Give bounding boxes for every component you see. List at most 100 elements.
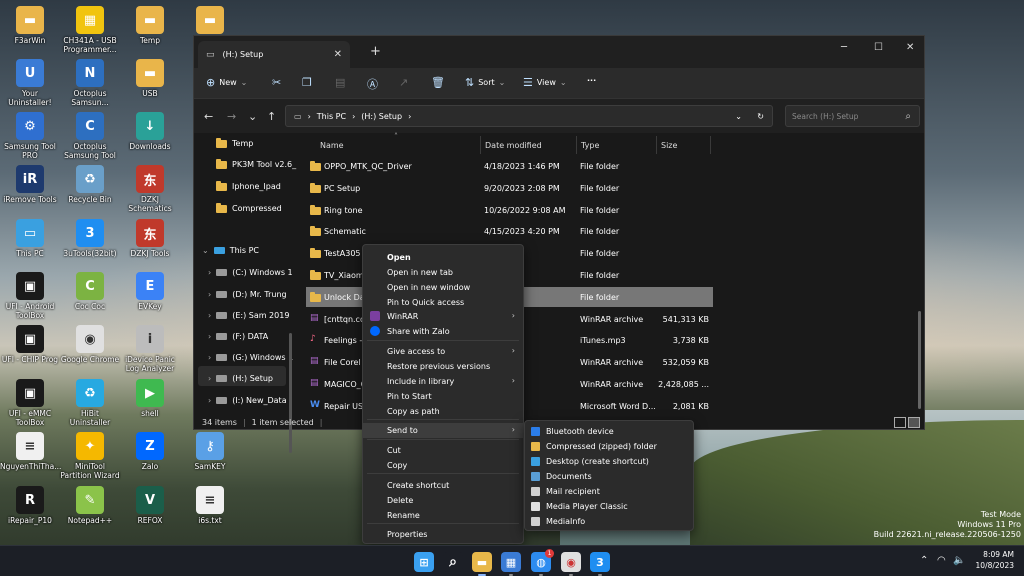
menu-item-give-access-to[interactable]: Give access to › [363,344,523,359]
desktop-icon-ufi-chip-prog[interactable]: ▣ UFI - CHIP Prog [0,325,60,364]
desktop-icon-ufi-emmc-toolbox[interactable]: ▣ UFI - eMMC ToolBox [0,379,60,427]
close-window-button[interactable]: ✕ [906,42,914,53]
start-button[interactable]: ⊞ [414,552,434,572]
nav-item-compressed[interactable]: Compressed [216,202,282,213]
breadcrumb-h-setup[interactable]: (H:) Setup [361,112,402,121]
back-arrow-icon[interactable]: ← [204,110,213,123]
nav-item-e-sam-2019[interactable]: › (E:) Sam 2019 [208,311,289,320]
nav-item-g-windows-1[interactable]: › (G:) Windows 1 [208,353,293,362]
send-to-bluetooth-device[interactable]: Bluetooth device [525,424,693,439]
column-divider[interactable] [656,136,657,154]
file-explorer-app[interactable]: ▬ [472,552,492,572]
send-to-documents[interactable]: Documents [525,469,693,484]
recent-chevron-icon[interactable]: ⌄ [248,110,257,123]
paste-button[interactable]: ▤ [335,76,345,89]
desktop-icon-recycle-bin[interactable]: ♻ Recycle Bin [60,165,120,204]
file-row-schematic[interactable]: Schematic 4/15/2023 4:20 PM File folder [306,221,713,241]
tray-overflow-chevron-icon[interactable]: ⌃ [920,555,928,566]
menu-item-share-with-zalo[interactable]: Share with Zalo [363,324,523,339]
wifi-icon[interactable]: ◠ [937,555,946,566]
desktop-icon-ch341a-usb-programmer[interactable]: ▦ CH341A - USB Programmer... [60,6,120,54]
column-date[interactable]: Date modified [485,141,542,150]
menu-item-copy-as-path[interactable]: Copy as path [363,404,523,419]
new-button[interactable]: ⊕ New ⌄ [206,76,247,89]
menu-item-pin-to-quick-access[interactable]: Pin to Quick access [363,295,523,310]
menu-item-create-shortcut[interactable]: Create shortcut [363,478,523,493]
desktop-icon-zalo[interactable]: Z Zalo [120,432,180,471]
file-row-ring-tone[interactable]: Ring tone 10/26/2022 9:08 AM File folder [306,200,713,220]
desktop-icon-minitool-partition-wizard[interactable]: ✦ MiniTool Partition Wizard [60,432,120,480]
file-scrollbar[interactable] [918,311,921,409]
breadcrumb-this-pc[interactable]: This PC [317,112,346,121]
desktop-icon-notepad[interactable]: ✎ Notepad++ [60,486,120,525]
desktop-icon-evkey[interactable]: E EVKey [120,272,180,311]
desktop-icon-iremove-tools[interactable]: iR iRemove Tools [0,165,60,204]
up-arrow-icon[interactable]: ↑ [267,110,276,123]
desktop-icon-nguyenthitha[interactable]: ≡ NguyenThiTha... [0,432,61,471]
desktop-icon-refox[interactable]: V REFOX [120,486,180,525]
cut-button[interactable]: ✂ [272,76,281,89]
3utools-app[interactable]: 3 [590,552,610,572]
search-input[interactable]: Search (H:) Setup ⌕ [785,105,920,127]
desktop-icon-coc-coc[interactable]: C Coc Coc [60,272,120,311]
nav-item-temp[interactable]: Temp [216,137,253,148]
menu-item-cut[interactable]: Cut [363,443,523,458]
refresh-icon[interactable]: ↻ [757,112,764,121]
desktop-icon-usb[interactable]: ▬ USB [120,59,180,98]
desktop-icon-temp[interactable]: ▬ Temp [120,6,180,45]
send-to-mediainfo[interactable]: MediaInfo [525,514,693,529]
address-dropdown-icon[interactable]: ⌄ [735,112,742,121]
close-tab-icon[interactable]: ✕ [334,49,342,60]
desktop-icon-samsung-tool-pro[interactable]: ⚙ Samsung Tool PRO [0,112,60,160]
desktop-icon-octoplus-samsun[interactable]: N Octoplus Samsun... [60,59,120,107]
view-button[interactable]: ☰ View ⌄ [523,76,567,89]
file-row-oppo-mtk-qc-driver[interactable]: OPPO_MTK_QC_Driver 4/18/2023 1:46 PM File … [306,156,713,176]
desktop-icon-your-uninstaller[interactable]: U Your Uninstaller! [0,59,60,107]
nav-item-d-mr-trung[interactable]: › (D:) Mr. Trung [208,290,287,299]
column-name[interactable]: Name [320,141,344,150]
desktop-icon-octoplus-samsung-tool[interactable]: C Octoplus Samsung Tool [60,112,120,160]
expand-chevron-icon[interactable]: › [208,268,211,277]
desktop-icon-ufi-android-toolbox[interactable]: ▣ UFI - Android ToolBox [0,272,60,320]
see-more-button[interactable]: ··· [587,76,596,85]
file-row-pc-setup[interactable]: PC Setup 9/20/2023 2:08 PM File folder [306,178,713,198]
expand-chevron-icon[interactable]: › [208,374,211,383]
maximize-button[interactable]: ☐ [874,42,883,53]
column-divider[interactable] [576,136,577,154]
nav-item-pk3m-tool-v2-6[interactable]: PK3M Tool v2.6_ [216,158,296,169]
share-button[interactable]: ↗ [399,76,408,89]
store-app[interactable]: ▦ [501,552,521,572]
desktop-icon-hibit-uninstaller[interactable]: ♻ HiBit Uninstaller [60,379,120,427]
forward-arrow-icon[interactable]: → [227,110,236,123]
desktop-icon-irepair-p10[interactable]: RiRepair_P10 [0,486,60,525]
menu-item-restore-previous-versions[interactable]: Restore previous versions [363,359,523,374]
menu-item-properties[interactable]: Properties [363,527,523,542]
menu-item-open-in-new-window[interactable]: Open in new window [363,280,523,295]
volume-icon[interactable]: 🔈 [953,555,965,566]
desktop-icon-shell[interactable]: ▶ shell [120,379,180,418]
expand-chevron-icon[interactable]: › [208,396,211,405]
tiles-view-button[interactable] [908,417,920,428]
menu-item-open-in-new-tab[interactable]: Open in new tab [363,265,523,280]
expand-chevron-icon[interactable]: ⌄ [202,246,209,255]
menu-item-rename[interactable]: Rename [363,508,523,523]
expand-chevron-icon[interactable]: › [208,353,211,362]
desktop-icon-f3arwin[interactable]: ▬ F3arWin [0,6,60,45]
details-view-button[interactable] [894,417,906,428]
desktop-icon-downloads[interactable]: ↓ Downloads [120,112,180,151]
chrome-app[interactable]: ◉ [561,552,581,572]
column-divider[interactable] [710,136,711,154]
desktop-icon-folder-3[interactable]: ▬ [180,6,240,36]
nav-scrollbar[interactable] [289,333,292,453]
desktop-icon-3utools-32bit[interactable]: 3 3uTools(32bit) [60,219,120,258]
expand-chevron-icon[interactable]: › [208,311,211,320]
column-type[interactable]: Type [581,141,599,150]
desktop-icon-google-chrome[interactable]: ◉ Google Chrome [60,325,120,364]
search-button[interactable]: ⌕ [443,552,463,572]
delete-button[interactable]: 🗑 [431,76,445,89]
send-to-desktop-create-shortcut[interactable]: Desktop (create shortcut) [525,454,693,469]
desktop-icon-dzkj-tools[interactable]: 东 DZKJ Tools [120,219,180,258]
desktop-icon-dzkj-schematics[interactable]: 东 DZKJ Schematics [120,165,180,213]
send-to-compressed-zipped-folder[interactable]: Compressed (zipped) folder [525,439,693,454]
menu-item-copy[interactable]: Copy [363,458,523,473]
